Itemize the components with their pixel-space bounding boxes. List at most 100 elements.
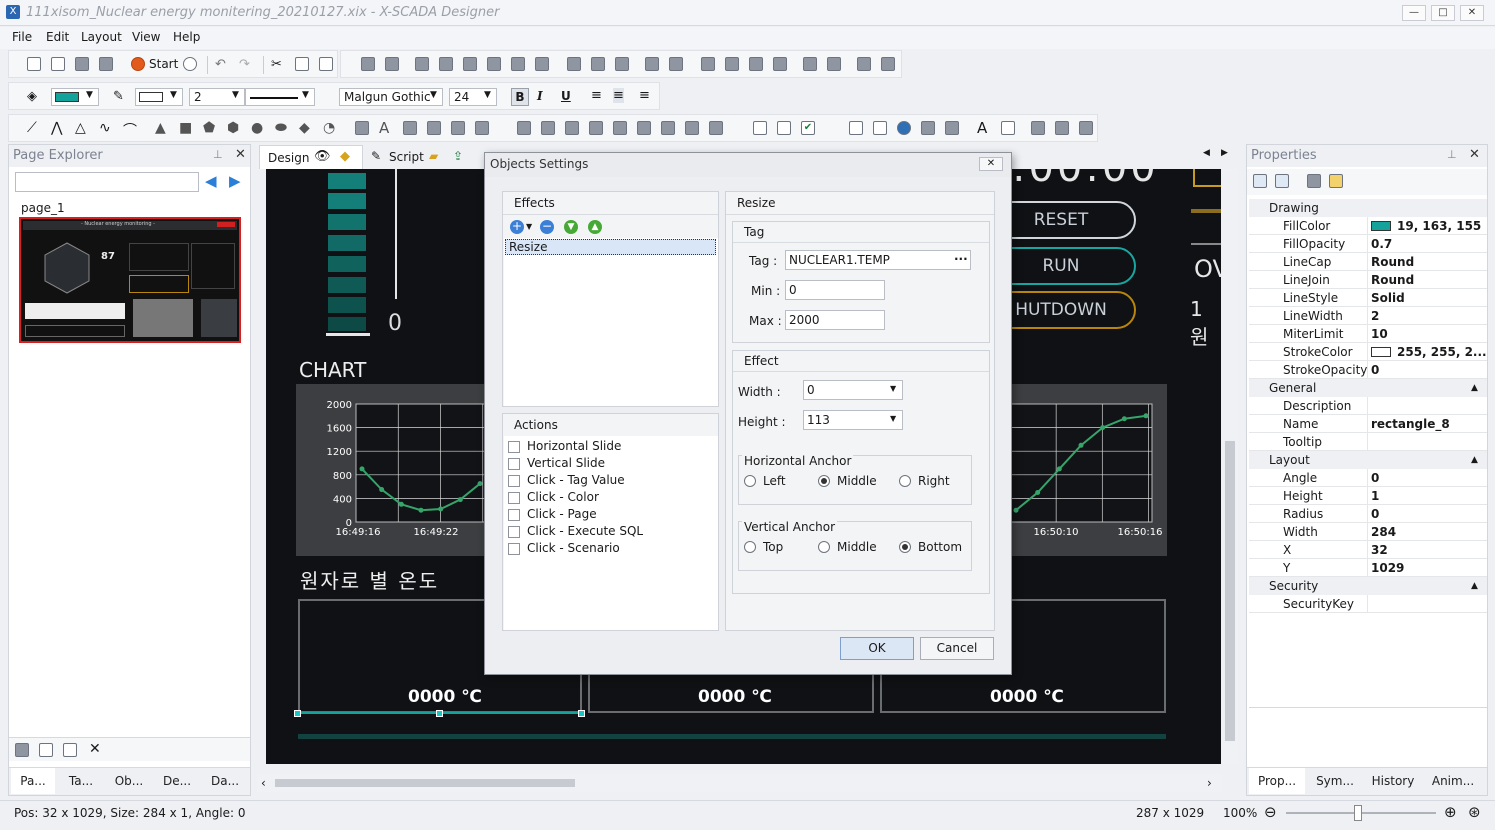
open-file-icon[interactable] xyxy=(51,57,65,71)
width-select[interactable]: 0 ▼ xyxy=(803,380,903,400)
property-pages-icon[interactable] xyxy=(1307,174,1321,188)
symbol1-icon[interactable] xyxy=(517,121,531,135)
circle-tool-icon[interactable]: ● xyxy=(251,120,263,136)
flip-h-icon[interactable] xyxy=(803,57,817,71)
text-align-center-icon[interactable]: ≡ xyxy=(613,88,624,103)
pentagon-tool-icon[interactable]: ⬟ xyxy=(203,120,215,136)
action-checkbox[interactable] xyxy=(508,509,520,521)
label-control-icon[interactable] xyxy=(753,121,767,135)
checkbox-control-icon[interactable]: ✔ xyxy=(801,121,815,135)
dialog-close-button[interactable]: ✕ xyxy=(979,157,1003,171)
chevron-down-icon[interactable]: ▼ xyxy=(526,222,532,231)
symbol2-icon[interactable] xyxy=(541,121,555,135)
same-size-icon[interactable] xyxy=(615,57,629,71)
save-icon[interactable] xyxy=(75,57,89,71)
tab-script[interactable]: ✎ Script ▰ ⇪ xyxy=(367,145,479,169)
table-control-icon[interactable] xyxy=(1001,121,1015,135)
property-category-general[interactable]: General ▲ xyxy=(1249,379,1487,397)
v-anchor-bottom-radio[interactable] xyxy=(899,541,911,553)
arc-tool-icon[interactable]: ⌒ xyxy=(123,120,137,140)
action-checkbox[interactable] xyxy=(508,458,520,470)
property-row[interactable]: Y 1029 xyxy=(1249,559,1487,577)
property-row[interactable]: Height 1 xyxy=(1249,487,1487,505)
symbol5-icon[interactable] xyxy=(613,121,627,135)
polyline-tool-icon[interactable]: ⋀ xyxy=(51,120,62,136)
minimize-button[interactable]: — xyxy=(1402,5,1426,21)
selection-handle[interactable] xyxy=(578,710,585,717)
selection-handle[interactable] xyxy=(436,710,443,717)
sort-az-icon[interactable] xyxy=(1275,174,1289,188)
page-thumbnail[interactable]: - Nuclear energy monitoring - 87 xyxy=(19,217,241,343)
action-item[interactable]: Click - Scenario xyxy=(508,541,714,557)
new-file-icon[interactable] xyxy=(27,57,41,71)
property-category-drawing[interactable]: Drawing xyxy=(1249,199,1487,217)
pin-icon[interactable]: ⊥ xyxy=(213,148,223,161)
underline-icon[interactable]: U xyxy=(561,89,571,103)
ok-button[interactable]: OK xyxy=(840,637,914,660)
v-anchor-top-radio[interactable] xyxy=(744,541,756,553)
action-item[interactable]: Horizontal Slide xyxy=(508,439,714,455)
rectangle-tool-icon[interactable]: ■ xyxy=(179,120,192,136)
tab-tags[interactable]: Ta... xyxy=(59,768,103,794)
bring-forward-icon[interactable] xyxy=(749,57,763,71)
flip-v-icon[interactable] xyxy=(827,57,841,71)
action-item[interactable]: Click - Tag Value xyxy=(508,473,714,489)
pie-tool-icon[interactable]: ◔ xyxy=(323,120,335,136)
menu-help[interactable]: Help xyxy=(173,30,200,44)
hexagon-tool-icon[interactable]: ⬢ xyxy=(227,120,239,136)
property-row[interactable]: FillOpacity 0.7 xyxy=(1249,235,1487,253)
send-back-icon[interactable] xyxy=(725,57,739,71)
textbox-control-icon[interactable] xyxy=(777,121,791,135)
symbol3-icon[interactable] xyxy=(565,121,579,135)
tab-devices[interactable]: De... xyxy=(155,768,199,794)
symbol9-icon[interactable] xyxy=(709,121,723,135)
group-icon[interactable] xyxy=(361,57,375,71)
zoom-slider-thumb[interactable] xyxy=(1354,805,1362,821)
line-width-select[interactable]: 2 ▼ xyxy=(189,88,245,106)
menu-layout[interactable]: Layout xyxy=(81,30,122,44)
trend-control-icon[interactable] xyxy=(1031,121,1045,135)
property-row[interactable]: Radius 0 xyxy=(1249,505,1487,523)
qr-tool-icon[interactable] xyxy=(403,121,417,135)
page-search-input[interactable] xyxy=(15,172,199,192)
pin-icon[interactable]: ⊥ xyxy=(1447,148,1457,161)
distribute-v-icon[interactable] xyxy=(669,57,683,71)
menu-file[interactable]: File xyxy=(12,30,32,44)
duplicate-page-icon[interactable] xyxy=(63,743,77,757)
align-left-icon[interactable] xyxy=(415,57,429,71)
send-backward-icon[interactable] xyxy=(773,57,787,71)
tab-objects[interactable]: Ob... xyxy=(107,768,151,794)
property-category-security[interactable]: Security ▲ xyxy=(1249,577,1487,595)
remove-effect-icon[interactable]: − xyxy=(540,220,554,234)
action-item[interactable]: Click - Color xyxy=(508,490,714,506)
property-category-layout[interactable]: Layout ▲ xyxy=(1249,451,1487,469)
italic-icon[interactable]: I xyxy=(537,89,543,103)
property-row[interactable]: MiterLimit 10 xyxy=(1249,325,1487,343)
property-row[interactable]: Name rectangle_8 xyxy=(1249,415,1487,433)
distribute-h-icon[interactable] xyxy=(645,57,659,71)
action-item[interactable]: Vertical Slide xyxy=(508,456,714,472)
collapse-icon[interactable]: ▲ xyxy=(1471,577,1478,595)
property-row[interactable]: LineWidth 2 xyxy=(1249,307,1487,325)
property-row[interactable]: LineJoin Round xyxy=(1249,271,1487,289)
action-checkbox[interactable] xyxy=(508,526,520,538)
close-icon[interactable]: ✕ xyxy=(1469,147,1480,162)
brush-tool-icon[interactable] xyxy=(475,121,489,135)
collapse-icon[interactable]: ▲ xyxy=(1471,451,1478,469)
zoom-out-icon[interactable]: ⊖ xyxy=(1264,803,1277,821)
effect-item-resize[interactable]: Resize xyxy=(505,239,716,255)
polygon-tool-icon[interactable]: △ xyxy=(75,120,86,136)
property-row[interactable]: X 32 xyxy=(1249,541,1487,559)
symbol6-icon[interactable] xyxy=(637,121,651,135)
grid-control-icon[interactable] xyxy=(849,121,863,135)
cancel-button[interactable]: Cancel xyxy=(920,637,994,660)
property-row[interactable]: Angle 0 xyxy=(1249,469,1487,487)
property-row[interactable]: LineStyle Solid xyxy=(1249,289,1487,307)
move-up-icon[interactable]: ▲ xyxy=(588,220,602,234)
paste-icon[interactable] xyxy=(319,57,333,71)
h-anchor-middle-radio[interactable] xyxy=(818,475,830,487)
menu-view[interactable]: View xyxy=(132,30,160,44)
fill-color-picker[interactable]: ▼ xyxy=(51,88,99,106)
align-center-icon[interactable] xyxy=(439,57,453,71)
property-row[interactable]: Tooltip xyxy=(1249,433,1487,451)
